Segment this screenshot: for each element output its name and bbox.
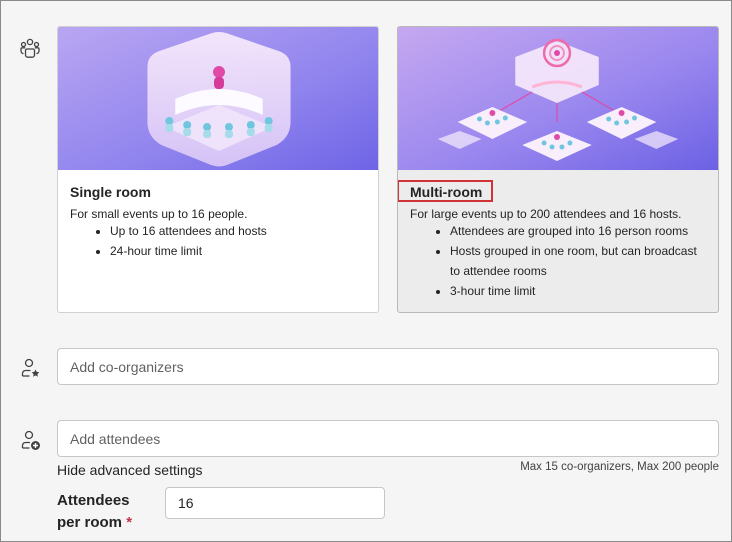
- limits-note: Max 15 co-organizers, Max 200 people: [520, 461, 719, 473]
- people-group-icon: [19, 37, 41, 59]
- co-organizers-input[interactable]: [57, 348, 719, 385]
- single-room-illustration: [58, 27, 378, 170]
- person-star-icon: [19, 357, 41, 379]
- attendees-per-room-label-line1: Attendees: [57, 492, 130, 509]
- single-room-option-card[interactable]: Single room For small events up to 16 pe…: [57, 26, 379, 313]
- attendees-input[interactable]: [57, 420, 719, 457]
- list-item: 24-hour time limit: [110, 241, 267, 261]
- single-room-title: Single room: [70, 184, 151, 200]
- single-room-features: Up to 16 attendees and hosts 24-hour tim…: [70, 221, 267, 261]
- meeting-settings-panel: Single room For small events up to 16 pe…: [0, 0, 732, 542]
- list-item: Hosts grouped in one room, but can broad…: [450, 241, 697, 261]
- multi-room-description: For large events up to 200 attendees and…: [410, 207, 682, 221]
- hide-advanced-settings-link[interactable]: Hide advanced settings: [57, 462, 203, 478]
- list-item: to attendee rooms: [450, 264, 547, 278]
- required-marker: *: [126, 514, 133, 531]
- person-add-icon: [19, 429, 41, 451]
- attendees-per-room-label: Attendees per room *: [57, 490, 132, 534]
- list-item: Attendees are grouped into 16 person roo…: [450, 221, 697, 241]
- attendees-per-room-label-line2: per room: [57, 514, 123, 531]
- multi-room-option-card[interactable]: Multi-room For large events up to 200 at…: [397, 26, 719, 313]
- list-item: Up to 16 attendees and hosts: [110, 221, 267, 241]
- multi-room-features: Attendees are grouped into 16 person roo…: [410, 221, 697, 301]
- multi-room-illustration: [398, 27, 718, 170]
- attendees-per-room-input[interactable]: [165, 487, 385, 519]
- single-room-description: For small events up to 16 people.: [70, 207, 248, 221]
- list-item: 3-hour time limit: [450, 281, 697, 301]
- multi-room-title: Multi-room: [410, 184, 483, 200]
